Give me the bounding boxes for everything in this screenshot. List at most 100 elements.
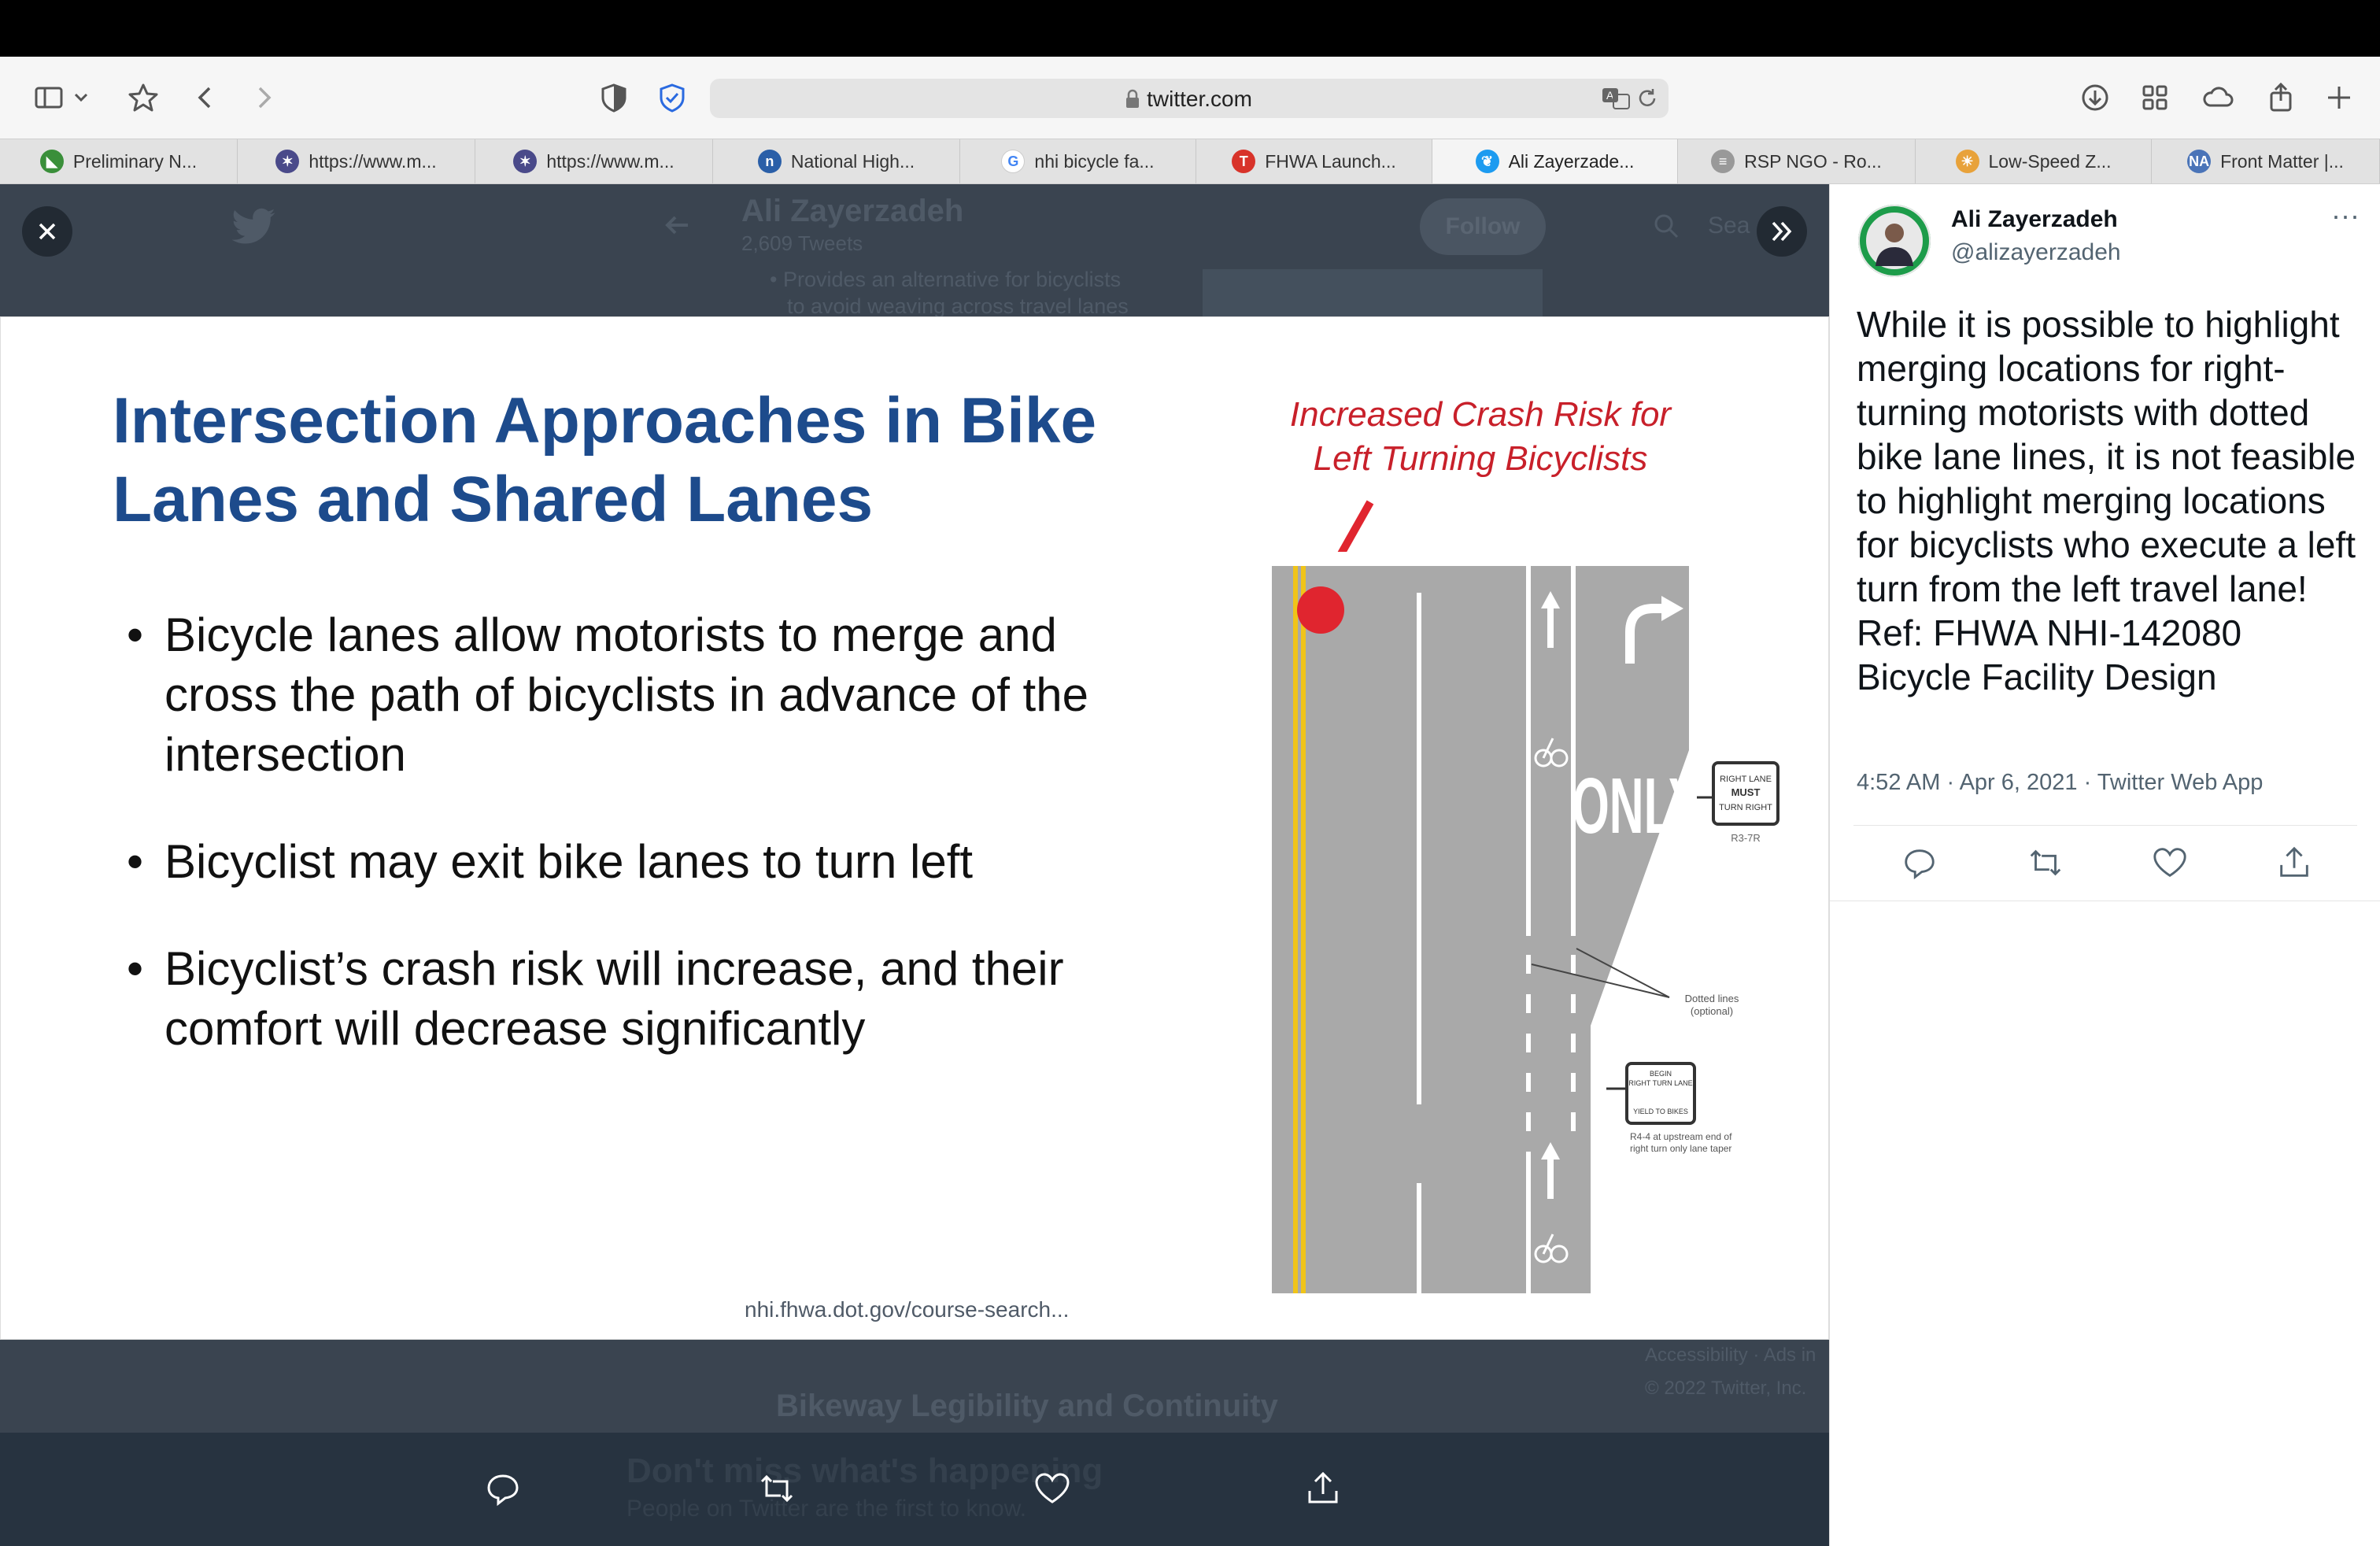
slide-bullet-2: Bicyclist may exit bike lanes to turn le…	[127, 832, 1181, 892]
lane-line-1	[1417, 593, 1421, 1104]
reply-icon[interactable]	[483, 1469, 523, 1508]
bookmark-star-icon[interactable]	[121, 76, 165, 120]
bg-search-icon	[1653, 213, 1680, 239]
address-bar[interactable]: twitter.com A	[710, 79, 1669, 118]
tab-label: nhi bicycle fa...	[1034, 150, 1155, 172]
tab-label: National High...	[790, 150, 915, 172]
sign-1-text: RIGHT LANE	[1720, 775, 1772, 784]
tab-4[interactable]: n National High...	[713, 139, 960, 183]
forward-icon[interactable]	[241, 76, 285, 120]
media-action-bar: Don't miss what's happening People on Tw…	[0, 1433, 1829, 1546]
tab-label: Low-Speed Z...	[1988, 150, 2112, 172]
tab-1[interactable]: ◣ Preliminary N...	[0, 139, 238, 183]
svg-text:BEGIN: BEGIN	[1650, 1070, 1672, 1078]
sign-begin-right-turn-lane: BEGIN RIGHT TURN LANE YIELD TO BIKES R4-…	[1606, 1062, 1732, 1154]
bg-bullet-line-2: to avoid weaving across travel lanes	[787, 294, 1129, 316]
author-handle[interactable]: @alizayerzadeh	[1951, 239, 2121, 266]
tab-label: Preliminary N...	[72, 150, 198, 172]
bg-back-icon	[661, 209, 693, 241]
slide-bullet-1: Bicycle lanes allow motorists to merge a…	[127, 605, 1181, 785]
expand-button[interactable]	[1757, 206, 1807, 257]
retweet-icon[interactable]	[2027, 844, 2064, 882]
tab-overview-icon[interactable]	[2133, 76, 2177, 120]
t-favicon-icon: T	[1232, 150, 1256, 173]
slide-bullets: Bicycle lanes allow motorists to merge a…	[127, 605, 1181, 1106]
tab-label: FHWA Launch...	[1265, 150, 1396, 172]
crash-point-marker	[1297, 586, 1344, 634]
tab-10[interactable]: NA Front Matter |...	[2152, 139, 2380, 183]
new-tab-icon[interactable]	[2317, 76, 2361, 120]
intersection-diagram: ONLY RIGHT LANE MUST TURN RIGHT R3-7R Do…	[1272, 500, 1779, 1293]
tab-label: https://www.m...	[309, 150, 437, 172]
google-favicon-icon: G	[1001, 150, 1026, 173]
author-name[interactable]: Ali Zayerzadeh	[1951, 206, 2118, 233]
slide-title-line-1: Intersection Approaches in Bike	[113, 385, 1097, 457]
bg-image-thumb	[1203, 269, 1543, 316]
downloads-icon[interactable]	[2073, 76, 2117, 120]
slide-title-line-2: Lanes and Shared Lanes	[113, 464, 874, 535]
tweet-timestamp[interactable]: 4:52 AM · Apr 6, 2021 · Twitter Web App	[1857, 770, 2263, 796]
tweet-detail-panel: Ali Zayerzadeh @alizayerzadeh ··· While …	[1829, 184, 2380, 1546]
close-icon	[39, 223, 56, 240]
tab-2[interactable]: ✶ https://www.m...	[238, 139, 475, 183]
tab-label: https://www.m...	[546, 150, 674, 172]
tab-label: Ali Zayerzade...	[1508, 150, 1635, 172]
reload-icon[interactable]	[1635, 87, 1659, 110]
sun-favicon-icon: ☀	[1955, 150, 1979, 173]
star-favicon-icon: ✶	[275, 150, 300, 173]
tab-6[interactable]: T FHWA Launch...	[1196, 139, 1432, 183]
more-options-icon[interactable]: ···	[2326, 202, 2365, 239]
slide-image: Intersection Approaches in Bike Lanes an…	[0, 316, 1829, 1340]
back-icon[interactable]	[184, 76, 228, 120]
tab-5[interactable]: Gnhi bicycle fa...	[960, 139, 1196, 183]
share-tweet-icon[interactable]	[2275, 844, 2313, 882]
svg-text:TURN RIGHT: TURN RIGHT	[1719, 803, 1772, 812]
svg-text:YIELD TO BIKES: YIELD TO BIKES	[1633, 1108, 1688, 1115]
bg-banner-sub: People on Twitter are the first to know.	[626, 1496, 1027, 1522]
slide-bullet-3: Bicyclist’s crash risk will increase, an…	[127, 939, 1181, 1059]
media-viewer: Ali Zayerzadeh 2,609 Tweets Follow Sea •…	[0, 184, 1829, 1546]
tab-bar: ◣ Preliminary N... ✶ https://www.m... ✶ https…	[0, 139, 2380, 184]
slide-title: Intersection Approaches in Bike Lanes an…	[113, 382, 1183, 539]
road-marking-only: ONLY	[1572, 762, 1701, 850]
icloud-icon[interactable]	[2196, 76, 2240, 120]
chevron-down-icon[interactable]	[69, 76, 93, 120]
password-shield-icon[interactable]	[650, 76, 694, 120]
share-icon[interactable]	[2259, 76, 2303, 120]
tab-label: RSP NGO - Ro...	[1744, 150, 1882, 172]
avatar[interactable]	[1858, 205, 1931, 277]
twitter-favicon-icon: ❦	[1475, 150, 1499, 173]
tab-7[interactable]: ❦ Ali Zayerzade...	[1432, 139, 1678, 183]
close-button[interactable]	[22, 206, 72, 257]
tab-8[interactable]: ≡ RSP NGO - Ro...	[1678, 139, 1916, 183]
lane-line-2	[1526, 566, 1531, 936]
svg-text:Dotted lines: Dotted lines	[1685, 993, 1739, 1004]
twitter-logo-icon	[231, 208, 275, 244]
share-tweet-icon[interactable]	[1303, 1469, 1343, 1508]
tab-label: Front Matter |...	[2220, 150, 2344, 172]
retweet-icon[interactable]	[757, 1469, 796, 1508]
double-chevron-right-icon	[1772, 221, 1792, 242]
diagram-caption-line-1: Increased Crash Risk for	[1289, 395, 1672, 434]
center-line-left	[1293, 566, 1298, 1293]
translate-icon[interactable]: A	[1601, 85, 1631, 112]
stop-bar	[1272, 552, 1689, 566]
diagram-caption: Increased Crash Risk for Left Turning Bi…	[1260, 393, 1701, 481]
tweet-text: While it is possible to highlight mergin…	[1857, 304, 2356, 697]
tab-9[interactable]: ☀ Low-Speed Z...	[1916, 139, 2152, 183]
lane-line-3	[1571, 566, 1576, 936]
sign-1-code: R3-7R	[1731, 832, 1761, 844]
screen-top-bezel	[0, 0, 2380, 57]
sidebar-icon[interactable]	[27, 76, 71, 120]
tab-3[interactable]: ✶ https://www.m...	[475, 139, 713, 183]
like-icon[interactable]	[2151, 844, 2189, 882]
reply-icon[interactable]	[1901, 844, 1938, 882]
diagram-caption-line-2: Left Turning Bicyclists	[1313, 439, 1648, 478]
bg-heading: Bikeway Legibility and Continuity	[776, 1389, 1278, 1423]
like-icon[interactable]	[1033, 1469, 1072, 1508]
privacy-shield-icon[interactable]	[592, 76, 636, 120]
na-favicon-icon: NA	[2187, 150, 2212, 173]
svg-text:MUST: MUST	[1731, 786, 1761, 798]
bg-follow-button: Follow	[1420, 198, 1546, 255]
divider-top	[1853, 825, 2357, 826]
